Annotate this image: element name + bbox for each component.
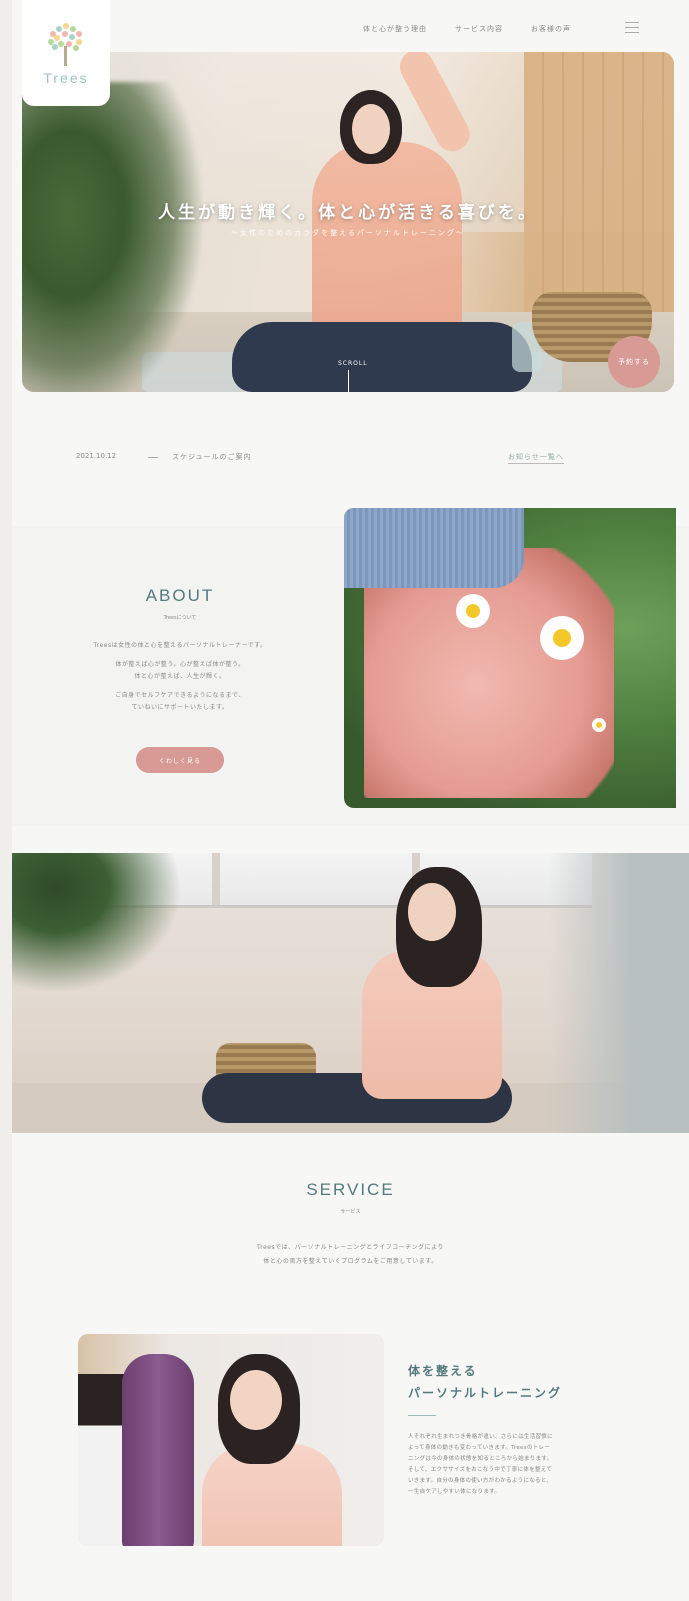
about-text: Treesは女性の体と心を整えるパーソナルトレーナーです。 体が整えば心が整う。… <box>60 640 300 721</box>
about-line: ご自身でセルフケアできるようになるまで、 <box>115 692 245 699</box>
service-subheading: サービス <box>340 1209 361 1215</box>
service-intro: Treesでは、パーソナルトレーニングとライフコーチングにより 体と心の両方を整… <box>12 1241 689 1269</box>
service-item-line: そして、エクササイズをおこなう中で丁寧に体を整えて <box>408 1467 553 1473</box>
service-item-line: いきます。自分の身体の使い方がわかるようになると、 <box>408 1478 553 1484</box>
service-item-line: ニングは今の身体の状態を知るところから始まります。 <box>408 1456 553 1462</box>
service-intro-line: Treesでは、パーソナルトレーニングとライフコーチングにより <box>256 1244 444 1251</box>
hero-subtitle: 〜女性のためのカラダを整えるパーソナルトレーニング〜 <box>231 229 465 237</box>
about-image-hand-flowers <box>344 508 676 808</box>
service-item-line: よって身体の動きも変わっていきます。Treesのトレー <box>408 1445 551 1451</box>
news-divider <box>148 457 158 458</box>
service-heading: SERVICE <box>306 1180 395 1199</box>
about-more-button[interactable]: くわしく見る <box>136 747 224 773</box>
hero-image: 人生が動き輝く。体と心が活きる喜びを。 〜女性のためのカラダを整えるパーソナルト… <box>22 52 674 392</box>
nav-link-reason[interactable]: 体と心が整う理由 <box>363 24 427 34</box>
tree-logo-icon <box>48 23 82 66</box>
service-item-divider <box>408 1415 436 1416</box>
about-line: ていねいにサポートいたします。 <box>131 704 229 711</box>
service-item-text: 人それぞれ生まれつき骨格が違い、さらには生活習慣に よって身体の動きも変わってい… <box>408 1432 604 1498</box>
global-nav: 体と心が整う理由 サービス内容 お客様の声 <box>363 24 571 34</box>
service-item-title-line: パーソナルトレーニング <box>408 1386 563 1400</box>
service-intro-line: 体と心の両方を整えていくプログラムをご用意しています。 <box>263 1258 438 1265</box>
about-subheading: Treesについて <box>163 615 197 621</box>
hero-title: 人生が動き輝く。体と心が活きる喜びを。 <box>158 203 538 223</box>
service-item-line: 人それぞれ生まれつき骨格が違い、さらには生活習慣に <box>408 1434 553 1440</box>
reserve-button[interactable]: 予約する <box>608 336 660 388</box>
scroll-indicator-label: SCROLL <box>338 360 368 367</box>
service-item-title[interactable]: 体を整える パーソナルトレーニング <box>408 1360 562 1404</box>
about-line: 体と心が整えば、人生が輝く。 <box>134 673 226 680</box>
news-title-link[interactable]: スケジュールのご案内 <box>172 452 252 462</box>
about-line: 体が整えば心が整う。心が整えば体が整う。 <box>115 661 245 668</box>
logo-text: Trees <box>43 70 89 86</box>
hamburger-menu-icon[interactable] <box>625 22 639 33</box>
news-date: 2021.10.12 <box>76 452 117 460</box>
service-item-line: 一生自ケアしやすい体になります。 <box>408 1489 501 1495</box>
about-heading: ABOUT <box>145 586 215 605</box>
nav-link-service[interactable]: サービス内容 <box>455 24 503 34</box>
scroll-indicator-line <box>348 370 349 392</box>
news-list-link[interactable]: お知らせ一覧へ <box>508 452 564 464</box>
service-image-training <box>78 1334 384 1546</box>
nav-link-voice[interactable]: お客様の声 <box>531 24 571 34</box>
site-logo[interactable]: Trees <box>22 0 110 106</box>
about-line: Treesは女性の体と心を整えるパーソナルトレーナーです。 <box>93 642 267 649</box>
news-bar: 2021.10.12 スケジュールのご案内 お知らせ一覧へ <box>76 452 564 464</box>
studio-photo <box>12 853 689 1133</box>
service-item-title-line: 体を整える <box>408 1364 478 1378</box>
